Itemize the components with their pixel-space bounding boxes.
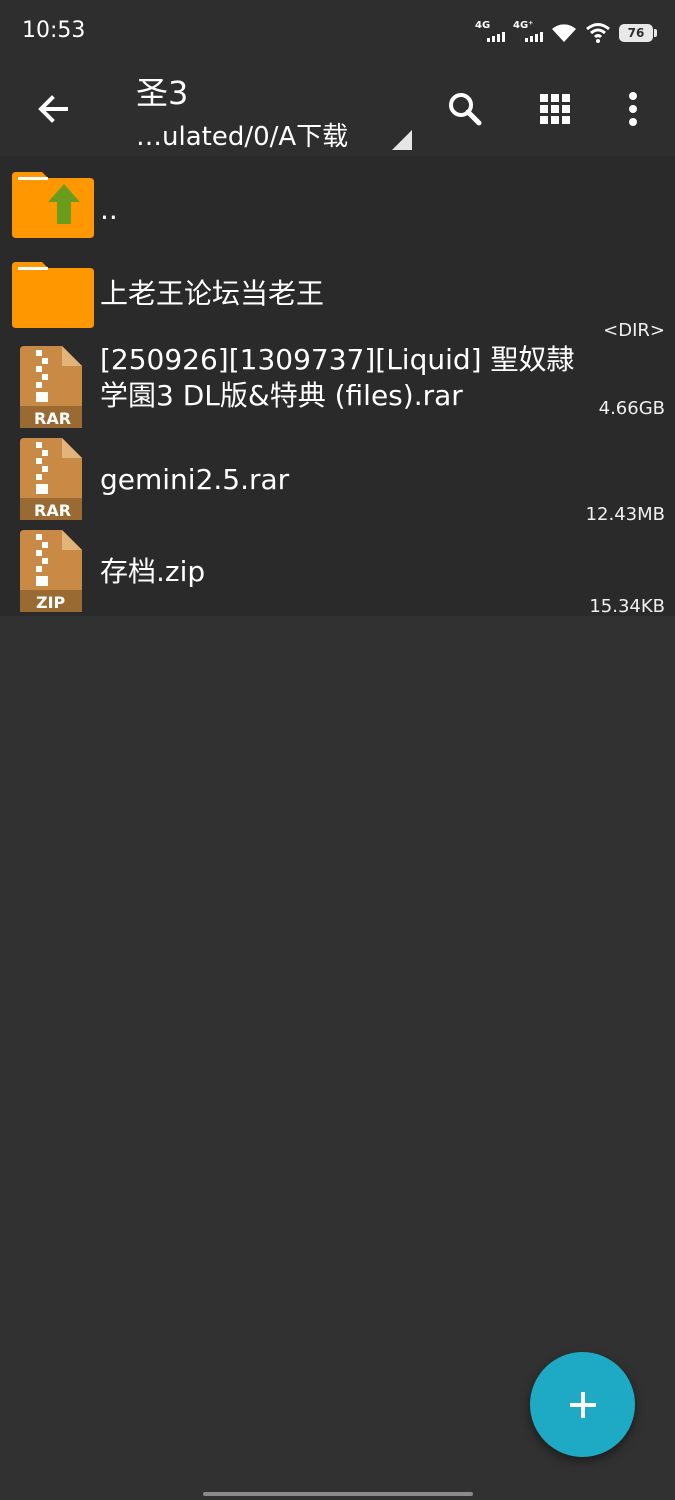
status-icons: 4G 4G⁺ 76 [475, 20, 657, 46]
more-options-button[interactable] [608, 84, 658, 134]
gesture-nav-handle[interactable] [203, 1492, 473, 1496]
file-size: 15.34KB [589, 596, 665, 617]
wifi-2-icon [586, 23, 610, 43]
parent-folder-icon [12, 172, 94, 238]
list-item-folder[interactable]: 上老王论坛当老王 <DIR> [0, 246, 675, 341]
file-size: 4.66GB [598, 398, 665, 419]
back-arrow-icon [38, 95, 68, 123]
file-name: gemini2.5.rar [100, 463, 290, 496]
file-name: 上老王论坛当老王 [100, 277, 325, 310]
status-time: 10:53 [22, 18, 86, 43]
add-fab-button[interactable] [530, 1352, 635, 1457]
list-item-archive[interactable]: RAR [250926][1309737][Liquid] 聖奴隷 学園3 DL… [0, 342, 675, 432]
search-icon [449, 93, 482, 126]
archive-badge: RAR [34, 501, 72, 520]
cellular-2-icon: 4G⁺ [513, 20, 543, 44]
file-name-line-2: 学園3 DL版&特典 (files).rar [100, 379, 463, 412]
toolbar: 圣3 …ulated/0/A下载 [0, 64, 675, 156]
file-name: .. [100, 193, 118, 226]
archive-badge: ZIP [36, 593, 66, 612]
list-item-archive[interactable]: RAR gemini2.5.rar 12.43MB [0, 436, 675, 525]
more-vert-icon [629, 92, 637, 126]
back-button[interactable] [30, 86, 76, 132]
folder-icon [12, 262, 94, 328]
battery-icon: 76 [619, 24, 657, 42]
wifi-icon [552, 24, 576, 42]
page-title: 圣3 [136, 74, 189, 112]
file-size: 12.43MB [585, 504, 665, 525]
cellular-1-icon: 4G [475, 20, 505, 44]
path-breadcrumb[interactable]: …ulated/0/A下载 [136, 116, 348, 153]
file-list: .. 上老王论坛当老王 <DIR> RAR [250926][1309737][… [0, 156, 675, 617]
path-dropdown-icon[interactable] [392, 130, 412, 150]
status-bar: 10:53 4G 4G⁺ 76 [0, 0, 675, 64]
plus-icon [569, 1391, 596, 1418]
grid-view-icon [540, 94, 570, 124]
file-size: <DIR> [603, 320, 665, 341]
search-button[interactable] [440, 84, 490, 134]
list-item-parent[interactable]: .. [0, 156, 675, 244]
file-name-line-1: [250926][1309737][Liquid] 聖奴隷 [100, 343, 575, 376]
list-item-archive[interactable]: ZIP 存档.zip 15.34KB [0, 528, 675, 617]
archive-badge: RAR [34, 409, 72, 428]
file-name: 存档.zip [100, 555, 206, 588]
grid-view-button[interactable] [530, 84, 580, 134]
